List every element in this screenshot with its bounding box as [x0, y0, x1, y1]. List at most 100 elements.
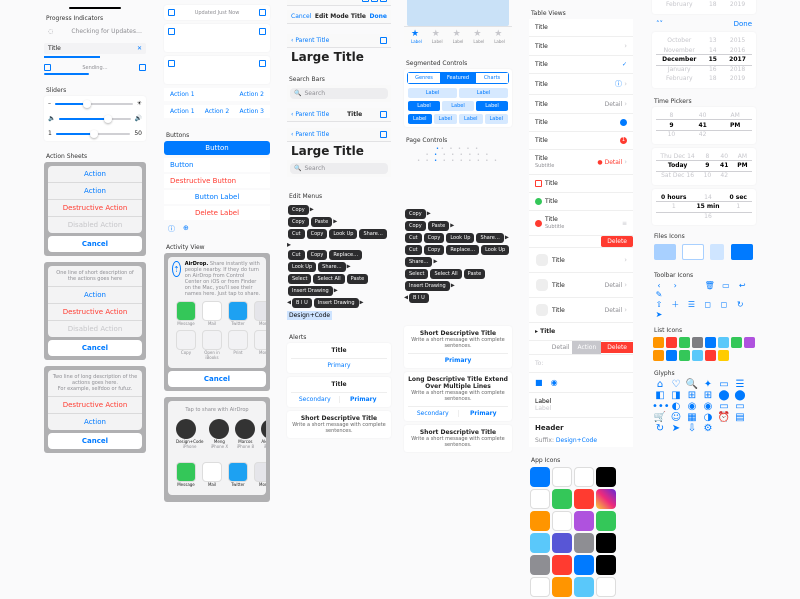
- action-1[interactable]: Action 1: [170, 108, 195, 115]
- done-button[interactable]: Done: [370, 13, 387, 20]
- reply-icon[interactable]: ↩: [735, 281, 749, 290]
- info-icon[interactable]: ⓘ: [168, 224, 175, 234]
- nav-box[interactable]: [371, 0, 378, 2]
- selected-text[interactable]: Design+Code: [287, 311, 332, 320]
- plain-button[interactable]: Button: [164, 158, 270, 172]
- edit-share[interactable]: Share…: [359, 229, 386, 239]
- app-icon[interactable]: [228, 301, 248, 321]
- back-button[interactable]: ‹ Parent Title: [291, 131, 329, 138]
- checkbox[interactable]: [44, 64, 51, 71]
- person-avatar[interactable]: [176, 419, 196, 439]
- app-icon[interactable]: [228, 462, 248, 482]
- delete-button[interactable]: Delete: [601, 236, 633, 247]
- add-icon[interactable]: ⊕: [183, 224, 189, 234]
- tab-star-icon[interactable]: ★: [411, 29, 422, 39]
- compose-icon[interactable]: ✎: [652, 290, 666, 299]
- app-icon[interactable]: [176, 301, 196, 321]
- sheet-destructive[interactable]: Destructive Action: [48, 200, 142, 217]
- alert-primary[interactable]: Primary: [291, 358, 387, 369]
- app-icon[interactable]: [254, 301, 266, 321]
- app-icon[interactable]: [202, 462, 222, 482]
- button-label[interactable]: Button Label: [164, 190, 270, 204]
- action-2[interactable]: Action 2: [239, 91, 264, 98]
- camera-icon[interactable]: ◉: [551, 378, 558, 387]
- add-icon[interactable]: [535, 198, 542, 205]
- action-2[interactable]: Action 2: [205, 108, 230, 115]
- edit-copy[interactable]: Copy: [288, 217, 309, 227]
- activity-cancel[interactable]: Cancel: [168, 371, 266, 387]
- checkbox[interactable]: [259, 28, 266, 35]
- nav-box[interactable]: [362, 0, 369, 2]
- edit-cut[interactable]: Cut: [288, 229, 305, 239]
- app-icon[interactable]: [254, 462, 266, 482]
- folder-icon[interactable]: ▭: [719, 281, 733, 290]
- person-avatar[interactable]: [235, 419, 255, 439]
- alert-secondary[interactable]: Secondary: [291, 396, 339, 403]
- edit-copy[interactable]: Copy: [307, 229, 328, 239]
- action-3[interactable]: Action 3: [239, 108, 264, 115]
- alert-primary[interactable]: Primary: [339, 396, 388, 403]
- sheet-action[interactable]: Action: [48, 166, 142, 183]
- sheet-action[interactable]: Action: [48, 287, 142, 304]
- remove-icon[interactable]: [535, 220, 542, 227]
- checkbox[interactable]: [168, 60, 175, 67]
- checkbox[interactable]: [168, 28, 175, 35]
- sheet-destructive[interactable]: Destructive Action: [48, 397, 142, 414]
- sheet-cancel[interactable]: Cancel: [48, 340, 142, 356]
- person-avatar[interactable]: [209, 419, 229, 439]
- app-icon[interactable]: [176, 462, 196, 482]
- edit-lookup[interactable]: Look Up: [329, 229, 357, 239]
- sheet-cancel[interactable]: Cancel: [48, 433, 142, 449]
- sheet-cancel[interactable]: Cancel: [48, 236, 142, 252]
- delete-label[interactable]: Delete Label: [164, 206, 270, 220]
- list-row[interactable]: Title›: [529, 248, 633, 273]
- to-field[interactable]: To:: [529, 355, 633, 373]
- page-dots[interactable]: • • • • • • • • • •: [404, 158, 512, 164]
- back-button[interactable]: ‹ Parent Title: [291, 37, 329, 44]
- nav-box[interactable]: [380, 37, 387, 44]
- destructive-button[interactable]: Destructive Button: [164, 174, 270, 188]
- action-icon[interactable]: [228, 330, 248, 350]
- action-icon[interactable]: [176, 330, 196, 350]
- share-icon[interactable]: ⇧: [652, 300, 666, 309]
- list-row[interactable]: Title: [529, 114, 633, 132]
- done-button[interactable]: Done: [734, 20, 752, 28]
- edit-button[interactable]: Edit: [291, 0, 303, 2]
- back-button[interactable]: ‹ Parent Title: [291, 111, 329, 118]
- seg-filled[interactable]: LabelLabelLabelLabel: [407, 114, 509, 124]
- bookmark-icon[interactable]: ◻: [701, 300, 715, 309]
- list-icon[interactable]: ☰: [684, 300, 698, 309]
- send-icon[interactable]: ➤: [652, 310, 666, 319]
- list-row[interactable]: Title: [529, 193, 633, 211]
- checkbox[interactable]: [139, 64, 146, 71]
- back-icon[interactable]: ‹: [652, 281, 666, 290]
- nav-box[interactable]: [380, 111, 387, 118]
- bookmark-icon[interactable]: ◻: [717, 300, 731, 309]
- list-row[interactable]: TitleDetail ›: [529, 273, 633, 298]
- list-row[interactable]: TitleDetail ›: [529, 298, 633, 323]
- sheet-action[interactable]: Action: [48, 183, 142, 200]
- swipe-delete[interactable]: Delete: [601, 342, 633, 353]
- seg-filled[interactable]: LabelLabel: [407, 88, 509, 98]
- list-row[interactable]: Titleⓘ ›: [529, 74, 633, 95]
- add-icon[interactable]: ＋: [668, 299, 682, 310]
- list-row[interactable]: TitleSubtitle≡: [529, 211, 633, 236]
- trash-icon[interactable]: 🗑: [703, 281, 717, 290]
- sheet-destructive[interactable]: Destructive Action: [48, 304, 142, 321]
- swipe-action[interactable]: Action: [572, 341, 601, 354]
- list-row[interactable]: Title›: [529, 37, 633, 56]
- list-row[interactable]: Title: [529, 19, 633, 37]
- sheet-action[interactable]: Action: [48, 414, 142, 430]
- search-input[interactable]: 🔍Search: [290, 163, 388, 174]
- segmented-control[interactable]: GenresFeaturedCharts: [407, 72, 509, 84]
- list-swipe[interactable]: Detail Action Delete: [529, 341, 633, 355]
- app-icon[interactable]: [202, 301, 222, 321]
- nav-box[interactable]: [380, 0, 387, 2]
- tab-star-icon[interactable]: ★: [453, 29, 464, 39]
- list-row[interactable]: TitleSubtitle● Detail ›: [529, 150, 633, 175]
- edit-paste[interactable]: Paste: [311, 217, 333, 227]
- refresh-icon[interactable]: ↻: [733, 300, 747, 309]
- action-icon[interactable]: [202, 330, 222, 350]
- seg-filled[interactable]: LabelLabelLabel: [407, 101, 509, 111]
- person-avatar[interactable]: [261, 419, 266, 439]
